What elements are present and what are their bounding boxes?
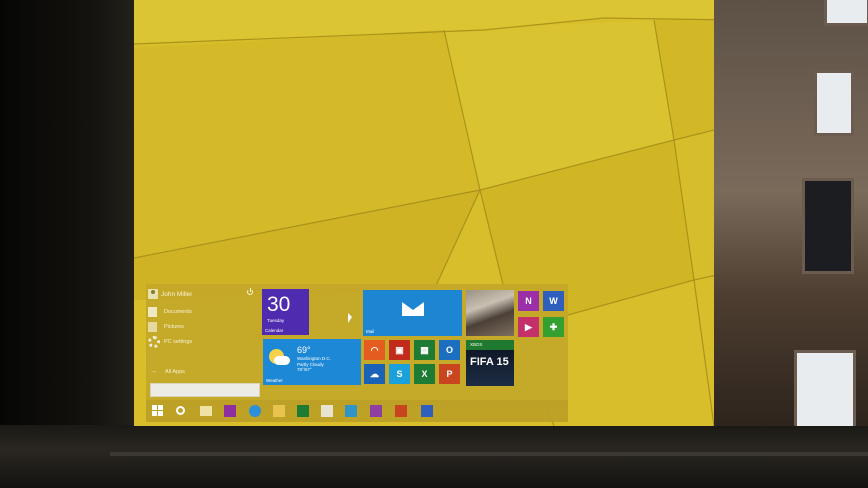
search-icon[interactable] [176, 406, 185, 415]
word-icon[interactable] [421, 405, 433, 417]
powerpoint-icon[interactable] [395, 405, 407, 417]
tile-label: Calendar [265, 328, 284, 333]
onenote-icon[interactable] [224, 405, 236, 417]
envelope-icon [402, 302, 424, 316]
tile-weather[interactable]: 69° Washington D.C. Partly Cloudy 78°/67… [263, 339, 361, 385]
play-icon: ▶ [525, 321, 532, 332]
tile-label: Mail [366, 329, 375, 334]
store-icon[interactable] [370, 405, 382, 417]
weather-range: 78°/67° [297, 367, 312, 372]
tile-onenote[interactable]: N [518, 291, 539, 311]
nav-label: Documents [164, 309, 192, 315]
weather-location: Washington D.C. [297, 356, 331, 361]
all-apps-button[interactable]: → All Apps [150, 368, 185, 375]
pictures-icon [148, 322, 157, 332]
monitor-stand-edge [110, 452, 868, 456]
gear-icon [148, 336, 160, 348]
tile-powerpoint[interactable]: P [439, 364, 460, 384]
tile-games[interactable]: ✚ [543, 317, 564, 337]
tile-excel-2[interactable]: X [414, 364, 435, 384]
monitor-bezel-bottom [0, 425, 868, 488]
building-window [824, 0, 868, 26]
user-account[interactable]: John Miller [146, 286, 262, 302]
cloud-icon: ☁ [370, 368, 379, 379]
nav-label: Pictures [164, 324, 184, 330]
tile-video[interactable]: ▶ [518, 317, 539, 337]
gamepad-icon: ✚ [549, 321, 558, 332]
nav-pc-settings[interactable]: PC settings [148, 335, 192, 349]
tile-onedrive[interactable]: ☁ [364, 364, 385, 384]
start-icon[interactable] [152, 405, 164, 417]
monitor-bezel-left [0, 0, 134, 430]
excel-icon: X [421, 369, 428, 379]
document-icon [148, 307, 157, 317]
tile-excel[interactable]: ▦ [414, 340, 435, 360]
calendar-date: 30 [267, 293, 291, 316]
tile-mail[interactable]: Mail [363, 290, 462, 336]
powerpoint-icon: P [446, 369, 453, 379]
outlook-icon: O [445, 345, 453, 355]
building-photo [714, 0, 868, 426]
taskbar [146, 400, 568, 422]
excel-icon[interactable] [297, 405, 309, 417]
calendar-day: Tuesday [267, 318, 285, 323]
tile-music[interactable]: ◠ [364, 340, 385, 360]
acrobat-icon[interactable] [321, 405, 333, 417]
tile-outlook[interactable]: O [439, 340, 460, 360]
tile-people-photo[interactable] [466, 290, 514, 336]
power-icon[interactable] [247, 288, 253, 295]
building-window [794, 350, 856, 426]
skype-icon: S [396, 369, 403, 379]
game-title: FIFA 15 [470, 356, 509, 368]
nav-documents[interactable]: Documents [148, 305, 192, 319]
search-input[interactable] [150, 383, 260, 397]
user-name: John Miller [161, 290, 193, 298]
nav-pictures[interactable]: Pictures [148, 320, 184, 334]
video-icon: ▣ [395, 344, 404, 355]
xbox-label: XBOX [470, 342, 483, 347]
photos-icon[interactable] [345, 405, 357, 417]
weather-details: Washington D.C. Partly Cloudy 78°/67° [297, 356, 331, 373]
onenote-icon: N [525, 296, 532, 306]
tile-label: Weather [266, 378, 283, 383]
spreadsheet-icon: ▦ [420, 344, 429, 355]
headphones-icon: ◠ [370, 344, 379, 355]
building-window [802, 178, 854, 274]
tile-word[interactable]: W [543, 291, 564, 311]
nav-label: PC settings [164, 339, 193, 345]
tile-skype[interactable]: S [389, 364, 410, 384]
cloud-icon [274, 356, 290, 365]
internet-explorer-icon[interactable] [249, 405, 261, 417]
tile-xbox-game[interactable]: XBOX FIFA 15 [466, 340, 514, 386]
weather-temp: 69° [297, 345, 311, 355]
tile-video-app[interactable]: ▣ [389, 340, 410, 360]
building-window [814, 70, 854, 136]
start-menu: John Miller Documents Pictures PC settin… [146, 284, 568, 408]
all-apps-label: All Apps [165, 368, 185, 375]
word-icon: W [549, 296, 558, 306]
explorer-icon[interactable] [273, 405, 285, 417]
tile-calendar[interactable]: 30 Tuesday Calendar [262, 289, 309, 335]
file-explorer-icon[interactable] [200, 406, 212, 416]
mouse-cursor-icon [348, 313, 352, 323]
arrow-right-icon: → [150, 368, 157, 375]
user-avatar-icon [148, 289, 158, 299]
